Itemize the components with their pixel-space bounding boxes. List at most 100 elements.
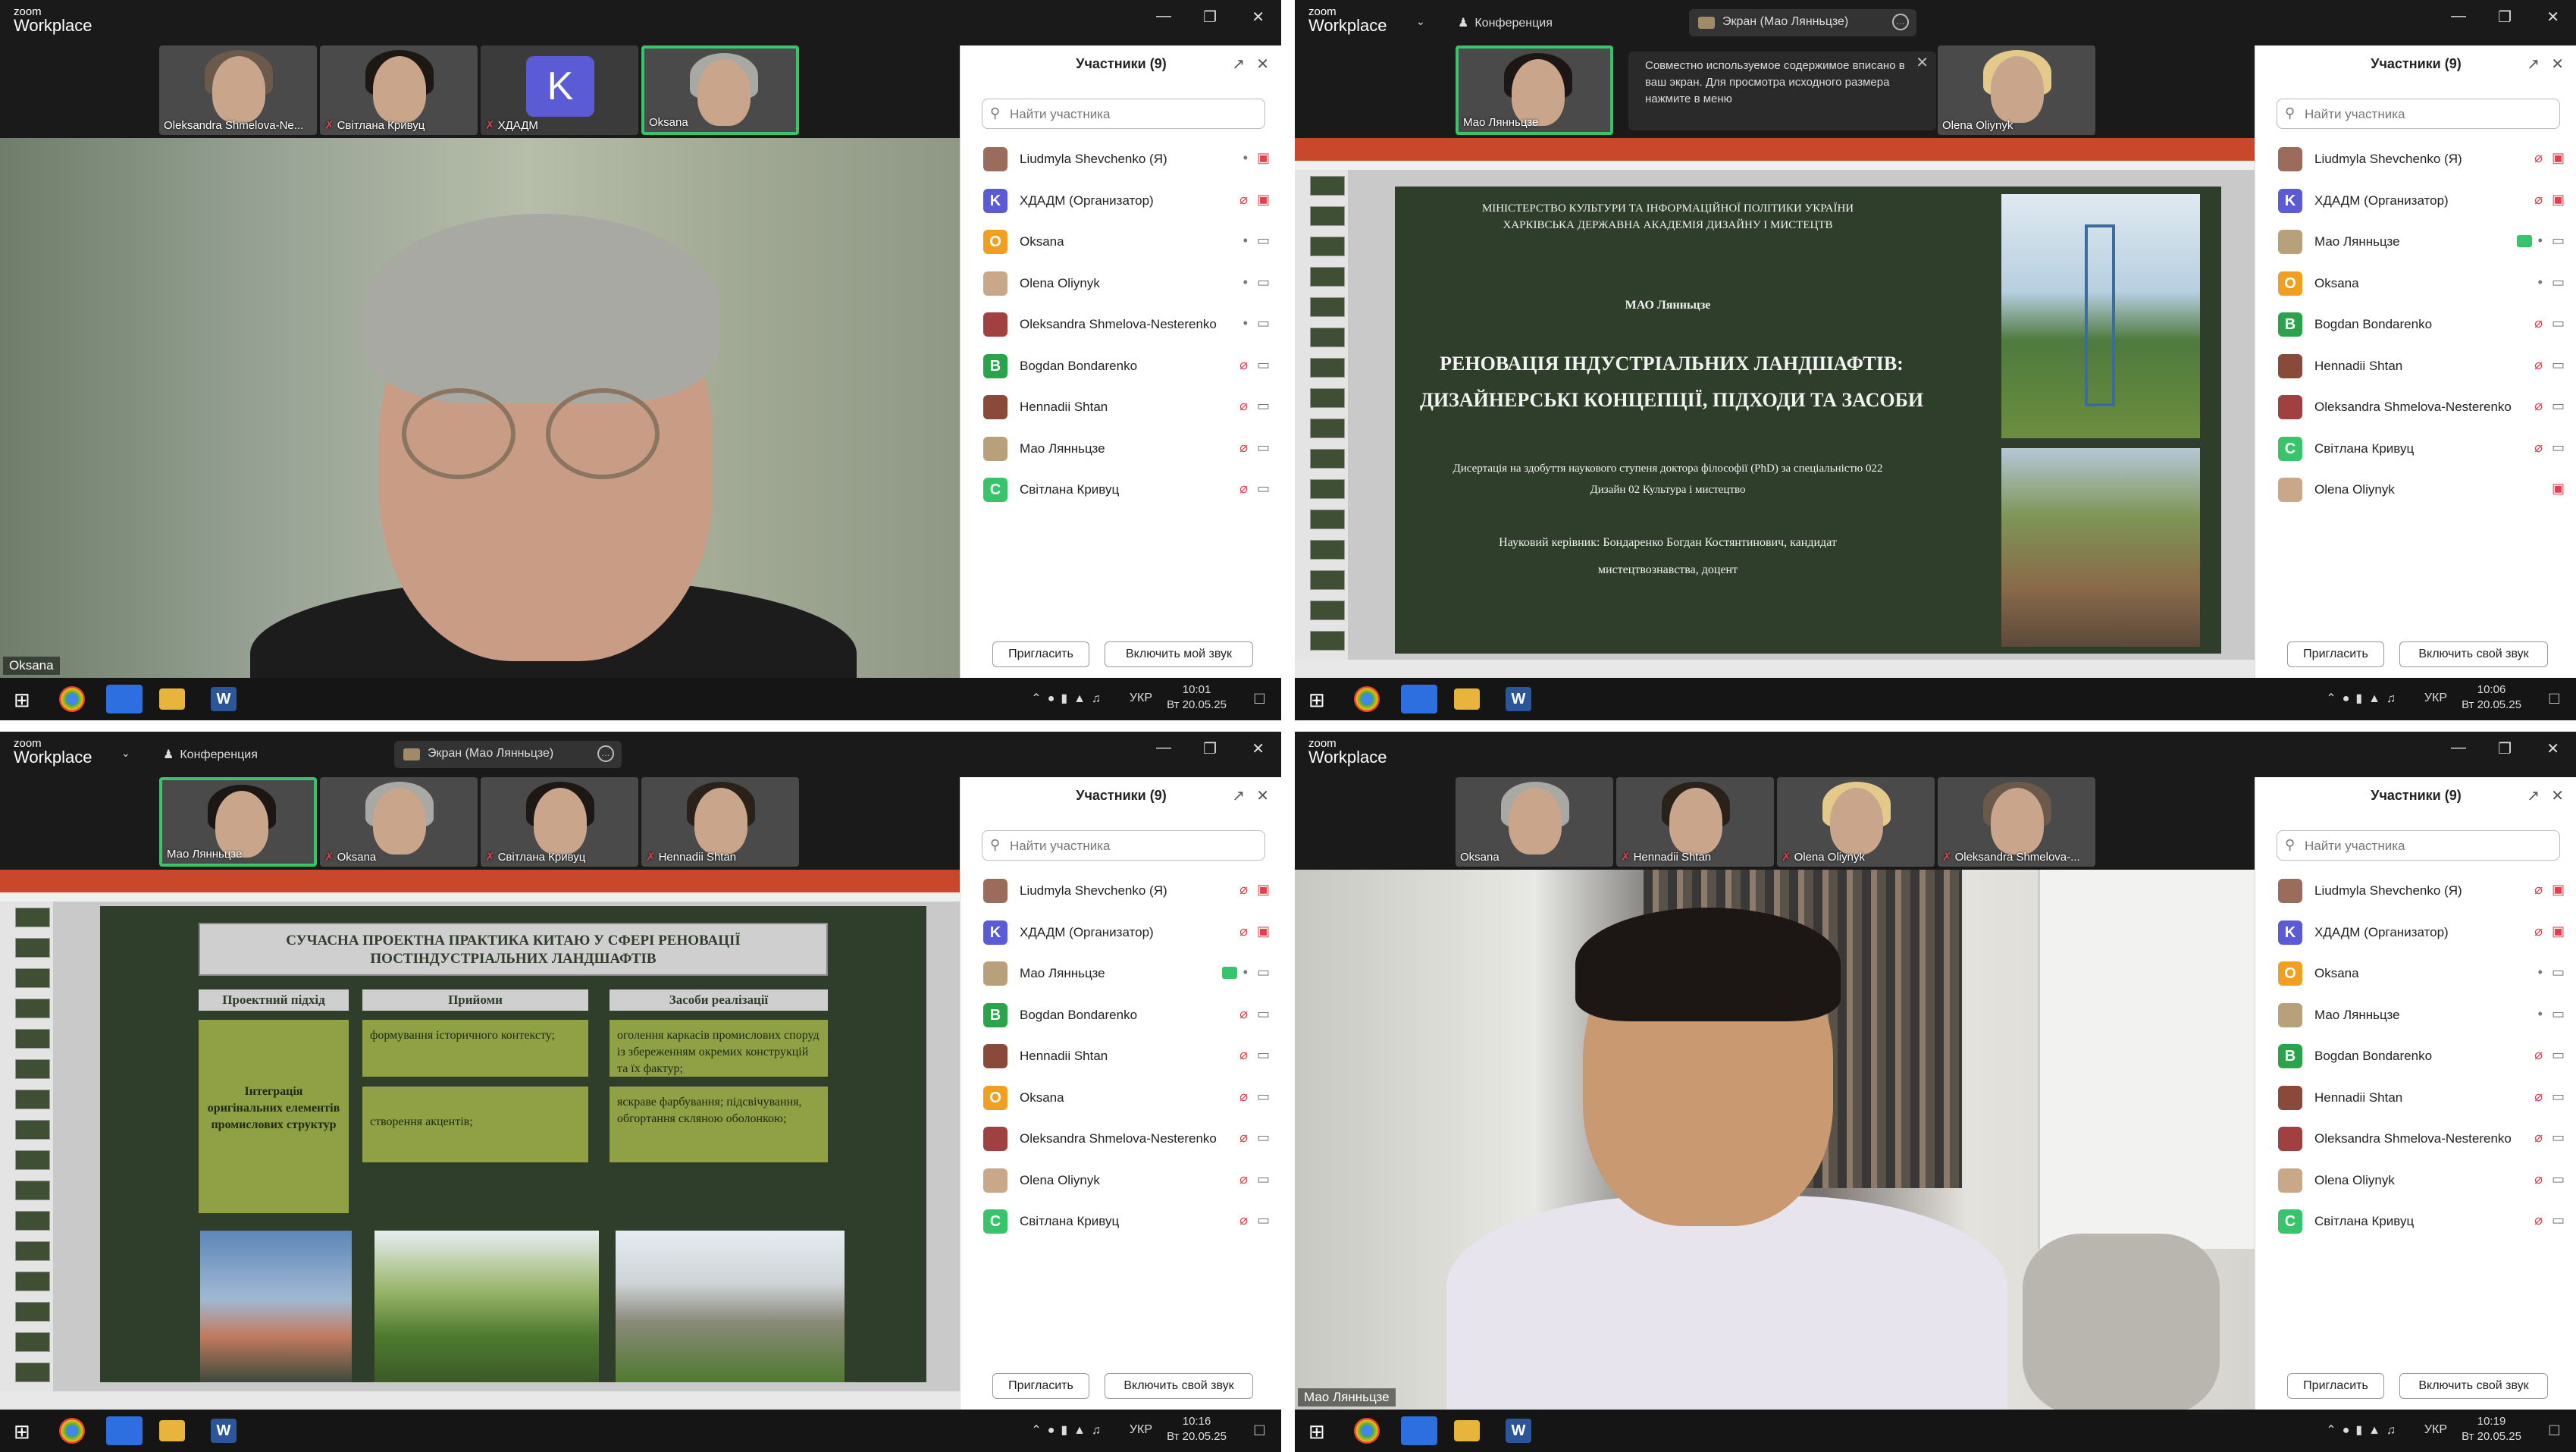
video-off-icon[interactable]: ▣ [2552,882,2565,897]
unmute-button[interactable]: Включить свой звук [1105,1373,1253,1399]
invite-button[interactable]: Пригласить [992,1373,1089,1399]
video-thumbnail[interactable]: ✗ Oleksandra Shmelova-... [1938,777,2095,867]
video-thumbnail[interactable]: Olena Oliynyk [1938,45,2095,135]
mic-muted-icon[interactable]: ⌀ [2534,315,2543,331]
participant-row[interactable]: Oleksandra Shmelova-Nesterenko ⌀ ▭ [2255,384,2576,426]
video-icon[interactable]: ▭ [1257,1006,1270,1021]
mic-muted-icon[interactable]: ⌀ [1239,357,1248,372]
participant-row[interactable]: O Oksana ⌀ ▭ [961,1075,1281,1117]
video-off-icon[interactable]: ▣ [2552,150,2565,165]
video-off-icon[interactable]: ▣ [1257,882,1270,897]
participant-row[interactable]: Мао Лянньцзе • ▭ [961,951,1281,993]
mic-muted-icon[interactable]: ⌀ [1239,1171,1248,1187]
word-icon[interactable]: W [1506,1419,1531,1443]
chrome-icon[interactable] [59,1418,85,1444]
video-icon[interactable]: ▭ [1257,274,1270,290]
unmute-button[interactable]: Включить свой звук [2399,641,2548,667]
zoom-taskbar-icon[interactable] [106,685,143,713]
mic-muted-icon[interactable]: ⌀ [2534,192,2543,207]
video-icon[interactable]: ▭ [2552,1047,2565,1062]
mic-muted-icon[interactable]: ⌀ [2534,1212,2543,1228]
participant-row[interactable]: C Світлана Кривуц ⌀ ▭ [2255,1199,2576,1240]
participant-row[interactable]: C Світлана Кривуц ⌀ ▭ [2255,426,2576,468]
search-input[interactable]: ⚲ Найти участника [2277,99,2560,129]
mic-muted-icon[interactable]: ⌀ [1239,481,1248,496]
language-indicator[interactable]: УКР [2424,692,2447,705]
video-thumbnail-active[interactable]: Мао Лянньцзе [1456,45,1613,135]
maximize-icon[interactable]: ❐ [1203,739,1217,758]
video-icon[interactable]: ▭ [1257,440,1270,455]
notification-icon[interactable]: □ [2549,1420,2559,1440]
mic-muted-icon[interactable]: ⌀ [2534,357,2543,372]
folder-icon[interactable] [1454,688,1480,710]
popout-icon[interactable]: ↗ [1232,786,1245,805]
mic-muted-icon[interactable]: ⌀ [2534,882,2543,897]
video-icon[interactable]: ▭ [2552,1089,2565,1104]
close-panel-icon[interactable]: ✕ [2551,786,2564,805]
language-indicator[interactable]: УКР [2424,1423,2447,1437]
folder-icon[interactable] [159,688,185,710]
close-icon[interactable]: ✕ [1916,55,1929,71]
video-icon[interactable]: ▭ [1257,1047,1270,1062]
unmute-button[interactable]: Включить свой звук [2399,1373,2548,1399]
chrome-icon[interactable] [1354,686,1380,712]
video-icon[interactable]: ▭ [1257,481,1270,496]
video-thumbnail-active[interactable]: Oksana [641,45,799,135]
participant-row[interactable]: B Bogdan Bondarenko ⌀ ▭ [961,993,1281,1034]
video-thumbnail[interactable]: K ✗ ХДАДМ [481,45,638,135]
windows-start-icon[interactable]: ⊞ [1308,688,1325,712]
participant-row[interactable]: Oleksandra Shmelova-Nesterenko ⌀ ▭ [2255,1116,2576,1158]
mic-icon[interactable]: • [1243,233,1248,248]
participant-row[interactable]: Мао Лянньцзе • ▭ [2255,219,2576,261]
video-off-icon[interactable]: ▣ [2552,924,2565,939]
mic-muted-icon[interactable]: ⌀ [1239,924,1248,939]
chrome-icon[interactable] [59,686,85,712]
participant-row[interactable]: Hennadii Shtan ⌀ ▭ [2255,343,2576,385]
maximize-icon[interactable]: ❐ [2498,8,2512,27]
popout-icon[interactable]: ↗ [1232,55,1245,74]
word-icon[interactable]: W [211,687,237,711]
maximize-icon[interactable]: ❐ [2498,739,2512,758]
minimize-icon[interactable]: — [1156,8,1171,25]
search-input[interactable]: ⚲ Найти участника [2277,830,2560,861]
mic-icon[interactable]: • [2538,274,2543,290]
video-icon[interactable]: ▭ [1257,1212,1270,1228]
popout-icon[interactable]: ↗ [2527,55,2540,74]
zoom-taskbar-icon[interactable] [1401,685,1437,713]
participant-row[interactable]: Hennadii Shtan ⌀ ▭ [2255,1075,2576,1117]
windows-start-icon[interactable]: ⊞ [1308,1420,1325,1444]
invite-button[interactable]: Пригласить [2287,641,2384,667]
video-icon[interactable]: ▭ [2552,1006,2565,1021]
video-icon[interactable]: ▭ [1257,233,1270,248]
mic-icon[interactable]: • [1243,964,1248,980]
mic-muted-icon[interactable]: ⌀ [1239,1006,1248,1021]
video-icon[interactable]: ▭ [2552,398,2565,413]
video-off-icon[interactable]: ▣ [1257,924,1270,939]
clock[interactable]: 10:01 Вт 20.05.25 [1167,682,1227,713]
participant-row[interactable]: Liudmyla Shevchenko (Я) ⌀ ▣ [2255,136,2576,178]
mic-muted-icon[interactable]: ⌀ [2534,440,2543,455]
participant-row[interactable]: Hennadii Shtan ⌀ ▭ [961,1033,1281,1075]
tray-icons[interactable]: ⌃●▮▲♫ [1031,691,1107,706]
video-icon[interactable]: ▭ [1257,357,1270,372]
participant-row[interactable]: Oleksandra Shmelova-Nesterenko • ▭ [961,302,1281,343]
participant-row[interactable]: Oleksandra Shmelova-Nesterenko ⌀ ▭ [961,1116,1281,1158]
mic-muted-icon[interactable]: ⌀ [1239,1047,1248,1062]
notification-icon[interactable]: □ [1255,688,1264,708]
more-icon[interactable]: … [597,745,614,762]
invite-button[interactable]: Пригласить [992,641,1089,667]
clock[interactable]: 10:19 Вт 20.05.25 [2462,1414,2521,1444]
invite-button[interactable]: Пригласить [2287,1373,2384,1399]
video-thumbnail[interactable]: ✗ Oksana [320,777,478,867]
participant-row[interactable]: Olena Oliynyk ⌀ ▭ [2255,1158,2576,1200]
participant-row[interactable]: Мао Лянньцзе ⌀ ▭ [961,426,1281,468]
video-icon[interactable]: ▭ [1257,1171,1270,1187]
participant-row[interactable]: Hennadii Shtan ⌀ ▭ [961,384,1281,426]
search-input[interactable]: ⚲ Найти участника [982,830,1265,861]
close-panel-icon[interactable]: ✕ [1256,786,1269,805]
mic-icon[interactable]: • [1243,150,1248,165]
mic-muted-icon[interactable]: ⌀ [1239,1130,1248,1145]
mic-icon[interactable]: • [1243,274,1248,290]
mic-icon[interactable]: • [2538,1006,2543,1021]
video-off-icon[interactable]: ▣ [2552,481,2565,496]
